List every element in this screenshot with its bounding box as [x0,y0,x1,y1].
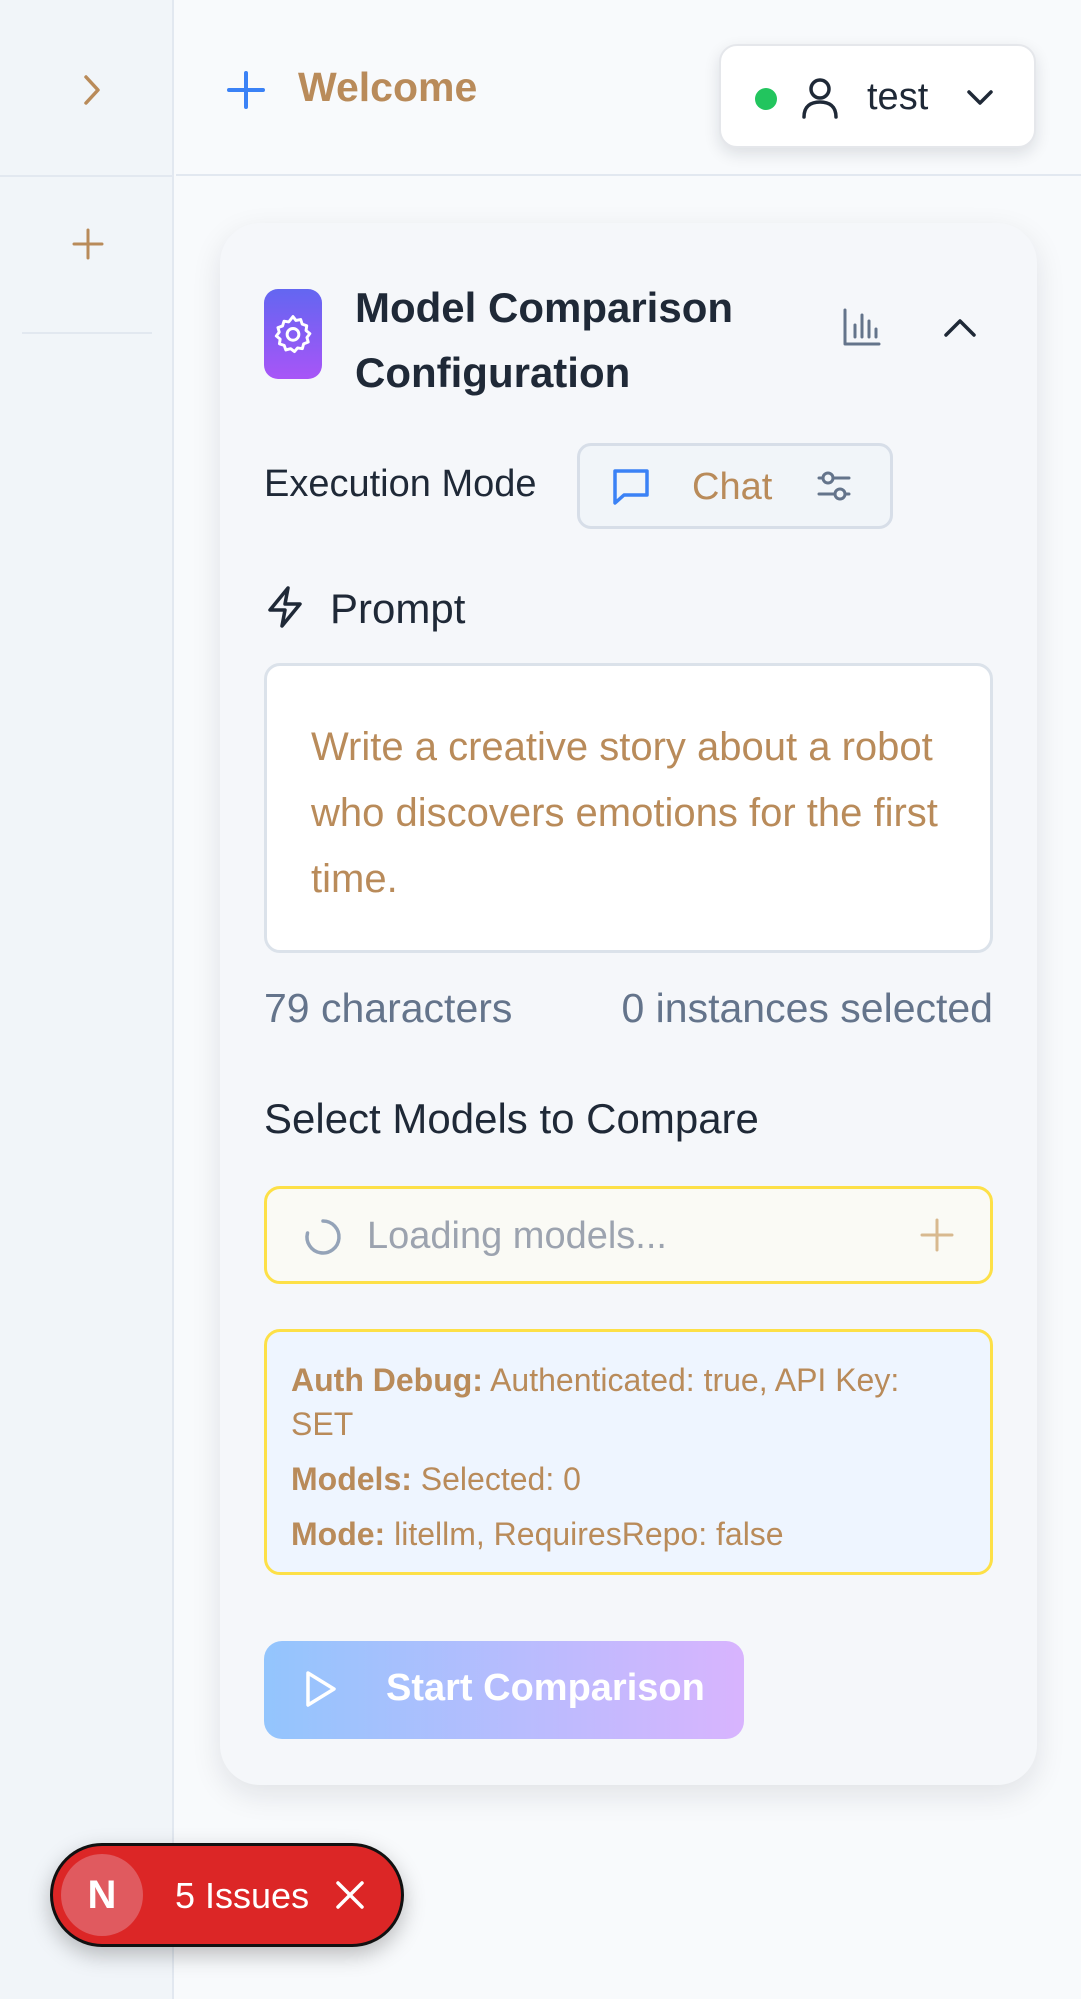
debug-models-label: Models: [291,1461,412,1497]
nextjs-logo: N [61,1854,143,1936]
execution-mode-toggle[interactable]: Chat [577,443,893,529]
debug-mode-label: Mode: [291,1516,386,1552]
chat-bubble-icon [613,469,649,505]
issues-count: 5 Issues [175,1875,310,1916]
user-menu-button[interactable]: test [719,44,1036,148]
chevron-right-icon [84,75,100,105]
gear-icon [274,315,312,354]
model-selector-input[interactable]: Loading models... [264,1186,993,1284]
issues-indicator[interactable]: N 5 Issues [50,1843,404,1947]
user-name: test [867,76,929,118]
prompt-label: Prompt [330,585,466,632]
instances-selected-count: 0 instances selected [621,985,993,1031]
sidebar-new-button[interactable] [66,222,110,266]
start-comparison-button[interactable]: Start Comparison [264,1641,744,1739]
character-count: 79 characters [264,985,513,1031]
debug-mode-value: litellm, RequiresRepo: false [385,1516,784,1552]
card-title: Model Comparison Configuration [355,284,734,396]
play-icon [306,1671,336,1707]
settings-badge [264,289,322,379]
plus-icon [227,71,265,109]
collapse-button[interactable] [942,315,978,344]
close-icon[interactable] [333,1878,367,1912]
debug-auth-row: Auth Debug: Authenticated: true, API Key… [291,1358,966,1446]
select-models-heading: Select Models to Compare [264,1095,759,1142]
debug-models-row: Models: Selected: 0 [291,1457,966,1501]
debug-auth-label: Auth Debug: [291,1362,483,1398]
lightning-icon [268,586,302,628]
model-comparison-card: Model Comparison Configuration Execution… [220,223,1037,1785]
sidebar [0,0,174,1999]
debug-mode-row: Mode: litellm, RequiresRepo: false [291,1512,966,1556]
auth-debug-panel: Auth Debug: Authenticated: true, API Key… [264,1329,993,1575]
mode-label: Chat [692,466,773,508]
prompt-textarea[interactable]: Write a creative story about a robot who… [264,663,993,953]
loading-spinner-icon [305,1219,341,1255]
execution-mode-label: Execution Mode [264,463,537,505]
sidebar-toggle-button[interactable] [70,68,114,112]
debug-models-value: Selected: 0 [411,1461,581,1497]
start-comparison-label: Start Comparison [386,1667,705,1709]
chevron-up-icon [944,319,976,337]
plus-icon [72,228,104,260]
chevron-down-icon [967,90,993,105]
new-chat-button[interactable] [223,67,269,113]
online-status-dot [755,88,777,110]
sidebar-divider [22,332,152,334]
user-icon [802,78,838,119]
stats-button[interactable] [842,307,882,352]
models-placeholder: Loading models... [367,1215,667,1257]
sidebar-header-divider [0,175,174,177]
page-title: Welcome [298,64,478,110]
bar-chart-icon [843,308,881,346]
sliders-icon [817,471,851,501]
plus-icon[interactable] [917,1215,957,1255]
